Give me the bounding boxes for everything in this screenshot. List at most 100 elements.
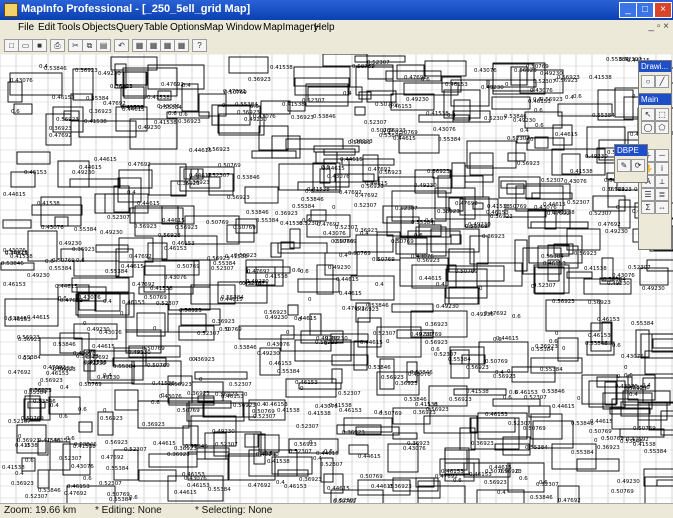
grid-icon[interactable]: ▦ — [160, 39, 175, 52]
cell-value-label: 0.36923 — [299, 477, 322, 483]
status-bar: Zoom: 19.66 km * Editing: None * Selecti… — [0, 503, 673, 518]
menu-window[interactable]: Window — [226, 22, 262, 33]
cell-value-label: 0.44615 — [336, 277, 359, 283]
cell-value-label: 0.56923 — [100, 416, 123, 422]
cell-value-label: 0.41538 — [84, 119, 107, 125]
cell-value-label: 0.36923 — [342, 430, 365, 436]
cell-value-label: 0.53846 — [301, 197, 324, 203]
ruler-icon[interactable]: ⟂ — [655, 175, 669, 188]
cell-value-label: 0.52307 — [197, 331, 220, 337]
paste-icon[interactable]: ▤ — [96, 39, 111, 52]
cell-value-label: 0.36923 — [597, 445, 620, 451]
cell-value-label: 0.4 — [360, 231, 369, 237]
marquee-icon[interactable]: ⬚ — [655, 108, 669, 121]
cell-value-label: 0.55384 — [438, 137, 461, 143]
cell-value-label: 0.56923 — [56, 117, 79, 123]
help-icon[interactable]: ? — [192, 39, 207, 52]
cell-value-label: 0.4 — [447, 113, 456, 119]
cell-value-label: 0.44615 — [92, 344, 115, 350]
cell-value-label: 0 — [222, 103, 226, 109]
cell-value-label: 0.4 — [565, 95, 574, 101]
menu-query[interactable]: Query — [116, 22, 143, 33]
cell-value-label: 0.4 — [374, 410, 383, 416]
cut-icon[interactable]: ✂ — [68, 39, 83, 52]
print-icon[interactable]: ⎙ — [50, 39, 65, 52]
cell-value-label: 0.44615 — [55, 284, 78, 290]
cell-value-label: 0.52307 — [335, 225, 358, 231]
polygon-select-icon[interactable]: ⬠ — [655, 121, 669, 134]
menu-help[interactable]: Help — [314, 22, 335, 33]
radius-select-icon[interactable]: ◯ — [641, 121, 655, 134]
cell-value-label: 0.56923 — [179, 308, 202, 314]
select-arrow-icon[interactable]: ↖ — [641, 108, 655, 121]
cell-value-label: 0.53846 — [246, 210, 269, 216]
cell-value-label: 0.36923 — [275, 211, 298, 217]
symbol-icon[interactable]: ○ — [641, 75, 655, 88]
menu-mapimagery[interactable]: MapImagery — [263, 22, 319, 33]
cell-value-label: 0.56923 — [426, 407, 449, 413]
cell-value-label: 0.4 — [520, 128, 529, 134]
cell-value-label: 0.43076 — [621, 354, 644, 360]
drag-icon[interactable]: ⇔ — [655, 201, 669, 214]
menu-edit[interactable]: Edit — [38, 22, 55, 33]
cell-value-label: 0.44615 — [555, 132, 578, 138]
legend-icon[interactable]: ≣ — [655, 188, 669, 201]
cell-value-label: 0.44615 — [552, 404, 575, 410]
cell-value-label: 0.6 — [534, 108, 543, 114]
cell-value-label: 0.47692 — [547, 211, 570, 217]
grid-icon[interactable]: ▦ — [174, 39, 189, 52]
minimize-button[interactable]: _ — [619, 2, 637, 18]
menu-tools[interactable]: Tools — [57, 22, 80, 33]
cell-value-label: 0 — [516, 469, 520, 475]
cell-value-label: 0 — [18, 434, 22, 440]
cell-value-label: 0.56923 — [425, 340, 448, 346]
cell-value-label: 0.52307 — [320, 462, 343, 468]
cell-value-label: 0.36923 — [395, 381, 418, 387]
cell-value-label: 0.6 — [151, 400, 160, 406]
map-canvas[interactable]: 0.52307 0.41538 0.41538 0.4 0.41538 0.52307 0.… — [0, 54, 673, 503]
app-icon — [4, 3, 18, 17]
zoom-out-icon[interactable]: － — [655, 149, 669, 162]
cell-value-label: 0.43076 — [408, 372, 431, 378]
layer-control-icon[interactable]: ☰ — [641, 188, 655, 201]
grid-map[interactable]: 0.523070.415380.415380.40.415380.523070.… — [0, 54, 673, 503]
cell-value-label: 0.52307 — [395, 206, 418, 212]
sync-icon[interactable]: ⟳ — [631, 159, 645, 172]
cell-value-label: 0.50769 — [177, 264, 200, 270]
line-icon[interactable]: ╱ — [655, 75, 669, 88]
cell-value-label: 0.49230 — [468, 222, 491, 228]
cell-value-label: 0.55384 — [540, 367, 563, 373]
cell-value-label: 0.6 — [509, 390, 518, 396]
info-icon[interactable]: i — [655, 162, 669, 175]
open-icon[interactable]: ▭ — [18, 39, 33, 52]
cell-value-label: 0.50769 — [611, 489, 634, 495]
maximize-button[interactable]: □ — [636, 2, 654, 18]
cell-value-label: 0.44615 — [94, 157, 117, 163]
cell-value-label: 0.56923 — [294, 442, 317, 448]
cell-value-label: 0 — [161, 393, 165, 399]
menu-file[interactable]: File — [18, 22, 34, 33]
edit-icon[interactable]: ✎ — [617, 159, 631, 172]
cell-value-label: 0.52307 — [524, 395, 547, 401]
cell-value-label: 0 — [199, 377, 203, 383]
new-icon[interactable]: □ — [4, 39, 19, 52]
cell-value-label: 0.44615 — [489, 465, 512, 471]
grid-icon[interactable]: ▦ — [146, 39, 161, 52]
menu-map[interactable]: Map — [204, 22, 223, 33]
grid-icon[interactable]: ▦ — [132, 39, 147, 52]
cell-value-label: 0.4 — [15, 471, 24, 477]
menu-table[interactable]: Table — [144, 22, 168, 33]
mdi-controls[interactable]: _ ▫ × — [648, 21, 669, 32]
cell-value-label: 0.47692 — [247, 269, 270, 275]
cell-value-label: 0.36923 — [177, 181, 200, 187]
cell-value-label: 0.56923 — [53, 367, 76, 373]
save-icon[interactable]: ■ — [32, 39, 47, 52]
menu-objects[interactable]: Objects — [82, 22, 116, 33]
close-button[interactable]: × — [654, 2, 672, 18]
statistics-icon[interactable]: Σ — [641, 201, 655, 214]
cell-value-label: 0.43076 — [267, 342, 290, 348]
cell-value-label: 0.50769 — [79, 382, 102, 388]
undo-icon[interactable]: ↶ — [114, 39, 129, 52]
menu-options[interactable]: Options — [170, 22, 204, 33]
copy-icon[interactable]: ⧉ — [82, 39, 97, 52]
